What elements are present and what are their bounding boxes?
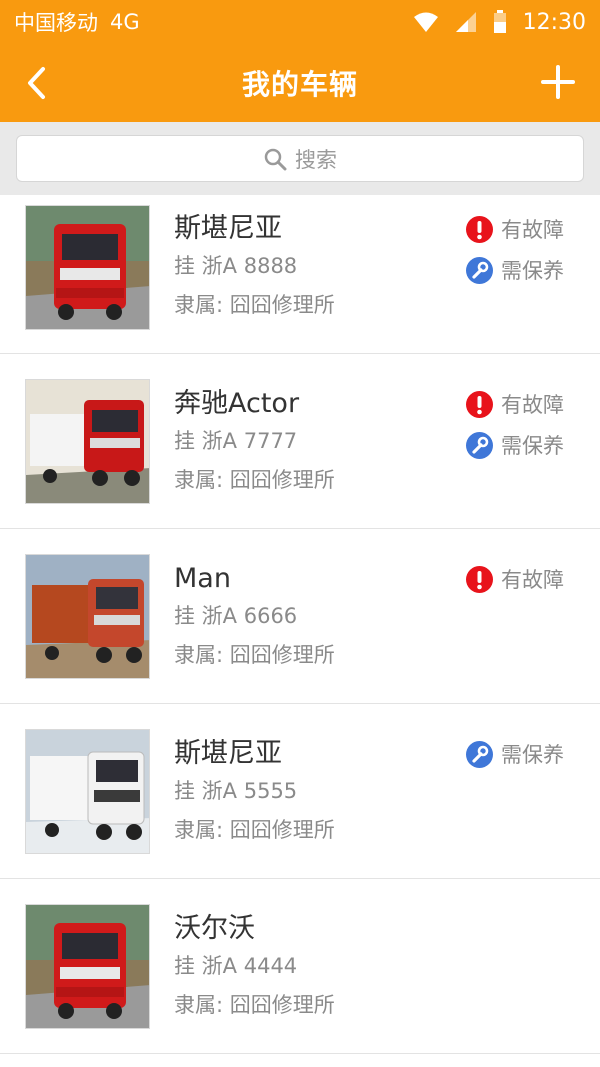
vehicle-plate: 挂 浙A 7777 [174, 429, 298, 453]
vehicle-statuses: 有故障 需保养 [466, 214, 576, 296]
vehicle-list: 斯堪尼亚 挂 浙A 8888 隶属: 囧囧修理所 有故障 需保养 奔驰Actor… [0, 195, 600, 1054]
vehicle-row[interactable]: Man 挂 浙A 6666 隶属: 囧囧修理所 有故障 [0, 529, 600, 704]
wrench-icon [466, 256, 493, 284]
vehicle-photo [25, 379, 150, 504]
exclamation-icon [466, 565, 493, 593]
vehicle-photo [25, 205, 150, 330]
vehicle-plate: 挂 浙A 8888 [174, 254, 298, 278]
fault-status: 有故障 [466, 564, 576, 594]
vehicle-owner: 隶属: 囧囧修理所 [174, 993, 335, 1017]
plus-icon [541, 65, 575, 99]
vehicle-plate: 挂 浙A 6666 [174, 604, 298, 628]
vehicle-info: 奔驰Actor 挂 浙A 7777 隶属: 囧囧修理所 [174, 386, 335, 495]
vehicle-info: Man 挂 浙A 6666 隶属: 囧囧修理所 [174, 561, 335, 670]
fault-label: 有故障 [501, 568, 564, 592]
page-title: 我的车辆 [241, 68, 358, 101]
network-type: 4G [110, 10, 140, 34]
maintenance-label: 需保养 [501, 743, 564, 767]
wifi-icon [413, 11, 439, 33]
vehicle-photo [25, 554, 150, 679]
vehicle-owner: 隶属: 囧囧修理所 [174, 468, 335, 492]
fault-status: 有故障 [466, 389, 576, 419]
vehicle-row[interactable]: 沃尔沃 挂 浙A 4444 隶属: 囧囧修理所 [0, 879, 600, 1054]
search-placeholder: 搜索 [295, 147, 337, 172]
maintenance-status: 需保养 [466, 739, 576, 769]
search-bar-container: 搜索 [0, 122, 600, 195]
vehicle-row[interactable]: 斯堪尼亚 挂 浙A 8888 隶属: 囧囧修理所 有故障 需保养 [0, 195, 600, 354]
vehicle-info: 沃尔沃 挂 浙A 4444 隶属: 囧囧修理所 [174, 911, 335, 1020]
vehicle-statuses: 有故障 [466, 564, 576, 605]
back-button[interactable] [18, 64, 54, 102]
vehicle-name: 奔驰Actor [174, 388, 300, 419]
add-vehicle-button[interactable] [538, 62, 578, 102]
search-icon [264, 148, 287, 170]
battery-icon [493, 10, 507, 34]
wrench-icon [466, 431, 493, 459]
exclamation-icon [466, 390, 493, 418]
vehicle-info: 斯堪尼亚 挂 浙A 8888 隶属: 囧囧修理所 [174, 211, 335, 320]
vehicle-owner: 隶属: 囧囧修理所 [174, 293, 335, 317]
vehicle-owner: 隶属: 囧囧修理所 [174, 818, 335, 842]
vehicle-plate: 挂 浙A 4444 [174, 954, 298, 978]
status-bar-right: 12:30 [413, 10, 586, 35]
fault-label: 有故障 [501, 393, 564, 417]
vehicle-name: 斯堪尼亚 [174, 213, 282, 244]
vehicle-row[interactable]: 斯堪尼亚 挂 浙A 5555 隶属: 囧囧修理所 需保养 [0, 704, 600, 879]
signal-icon [455, 11, 477, 33]
vehicle-photo [25, 904, 150, 1029]
vehicle-row[interactable]: 奔驰Actor 挂 浙A 7777 隶属: 囧囧修理所 有故障 需保养 [0, 354, 600, 529]
clock: 12:30 [522, 9, 586, 35]
maintenance-label: 需保养 [501, 259, 564, 283]
maintenance-status: 需保养 [466, 430, 576, 460]
status-bar-left: 中国移动 4G [14, 7, 140, 37]
nav-bar: 我的车辆 [0, 44, 600, 122]
status-bar: 中国移动 4G 12:30 [0, 0, 600, 44]
exclamation-icon [466, 215, 493, 243]
maintenance-label: 需保养 [501, 434, 564, 458]
vehicle-statuses: 有故障 需保养 [466, 389, 576, 471]
fault-label: 有故障 [501, 218, 564, 242]
search-input[interactable]: 搜索 [16, 135, 584, 182]
vehicle-statuses: 需保养 [466, 739, 576, 780]
carrier-label: 中国移动 [14, 11, 98, 35]
vehicle-name: 沃尔沃 [174, 913, 255, 944]
maintenance-status: 需保养 [466, 255, 576, 285]
vehicle-info: 斯堪尼亚 挂 浙A 5555 隶属: 囧囧修理所 [174, 736, 335, 845]
vehicle-owner: 隶属: 囧囧修理所 [174, 643, 335, 667]
app-header: 中国移动 4G 12:30 我的车辆 [0, 0, 600, 122]
fault-status: 有故障 [466, 214, 576, 244]
vehicle-photo [25, 729, 150, 854]
chevron-left-icon [28, 67, 45, 99]
wrench-icon [466, 740, 493, 768]
vehicle-name: 斯堪尼亚 [174, 738, 282, 769]
vehicle-plate: 挂 浙A 5555 [174, 779, 298, 803]
vehicle-name: Man [174, 563, 231, 594]
